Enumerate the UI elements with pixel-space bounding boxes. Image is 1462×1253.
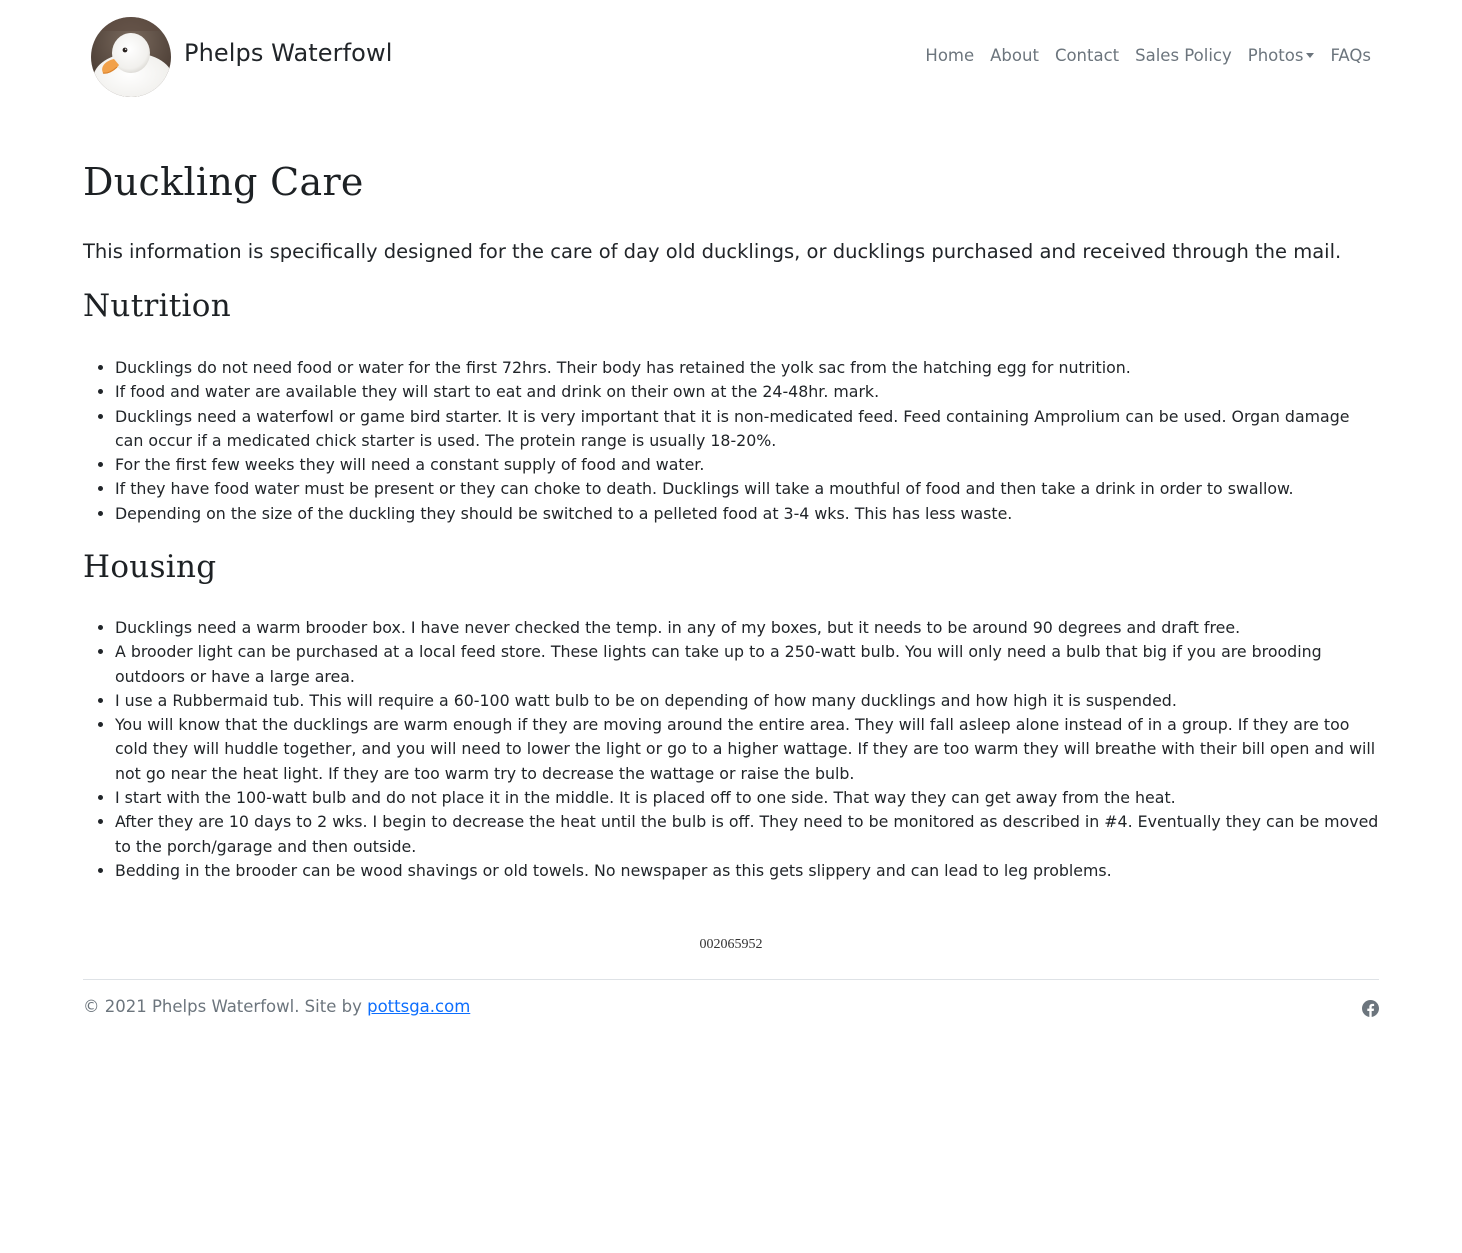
list-item: I use a Rubbermaid tub. This will requir…: [115, 689, 1379, 713]
list-item: If food and water are available they wil…: [115, 380, 1379, 404]
footer-copyright: © 2021 Phelps Waterfowl. Site by pottsga…: [83, 997, 470, 1016]
main-nav: Home About Contact Sales Policy Photos F…: [917, 44, 1379, 67]
footer: © 2021 Phelps Waterfowl. Site by pottsga…: [83, 997, 1379, 1023]
list-item: I start with the 100-watt bulb and do no…: [115, 786, 1379, 810]
list-item: Depending on the size of the duckling th…: [115, 502, 1379, 526]
nav-sales-policy[interactable]: Sales Policy: [1127, 44, 1240, 67]
nav-about[interactable]: About: [982, 44, 1047, 67]
list-item: Bedding in the brooder can be wood shavi…: [115, 859, 1379, 883]
list-item: For the first few weeks they will need a…: [115, 453, 1379, 477]
nav-photos-label: Photos: [1247, 46, 1304, 65]
list-item: Ducklings need a waterfowl or game bird …: [115, 405, 1379, 454]
nav-home[interactable]: Home: [917, 44, 982, 67]
caret-down-icon: [1306, 53, 1315, 58]
brand-link[interactable]: Phelps Waterfowl: [91, 17, 392, 97]
nutrition-list: Ducklings do not need food or water for …: [83, 356, 1379, 526]
duck-logo-image: [91, 17, 171, 97]
navbar: Phelps Waterfowl Home About Contact Sale…: [83, 0, 1379, 116]
list-item: Ducklings need a warm brooder box. I hav…: [115, 616, 1379, 640]
page: Phelps Waterfowl Home About Contact Sale…: [83, 0, 1379, 1017]
page-title: Duckling Care: [83, 160, 364, 204]
list-item: Ducklings do not need food or water for …: [115, 356, 1379, 380]
intro-text: This information is specifically designe…: [83, 240, 1342, 263]
site-credit-link[interactable]: pottsga.com: [367, 997, 470, 1016]
section-title-housing: Housing: [83, 549, 217, 585]
list-item: If they have food water must be present …: [115, 477, 1379, 501]
nav-faqs[interactable]: FAQs: [1322, 44, 1379, 67]
footer-divider: [83, 979, 1379, 980]
facebook-icon-glyph: [1362, 1000, 1379, 1017]
list-item: After they are 10 days to 2 wks. I begin…: [115, 810, 1379, 859]
duck-logo: [91, 17, 171, 97]
housing-list: Ducklings need a warm brooder box. I hav…: [83, 616, 1379, 883]
nav-photos-dropdown[interactable]: Photos: [1240, 44, 1323, 67]
section-title-nutrition: Nutrition: [83, 288, 231, 324]
visitor-counter: 002065952: [699, 937, 763, 952]
site-name: Phelps Waterfowl: [184, 39, 393, 67]
list-item: A brooder light can be purchased at a lo…: [115, 640, 1379, 689]
list-item: You will know that the ducklings are war…: [115, 713, 1379, 786]
nav-contact[interactable]: Contact: [1047, 44, 1127, 67]
copyright-text: © 2021 Phelps Waterfowl. Site by: [83, 997, 368, 1016]
facebook-icon[interactable]: [1362, 1000, 1379, 1017]
